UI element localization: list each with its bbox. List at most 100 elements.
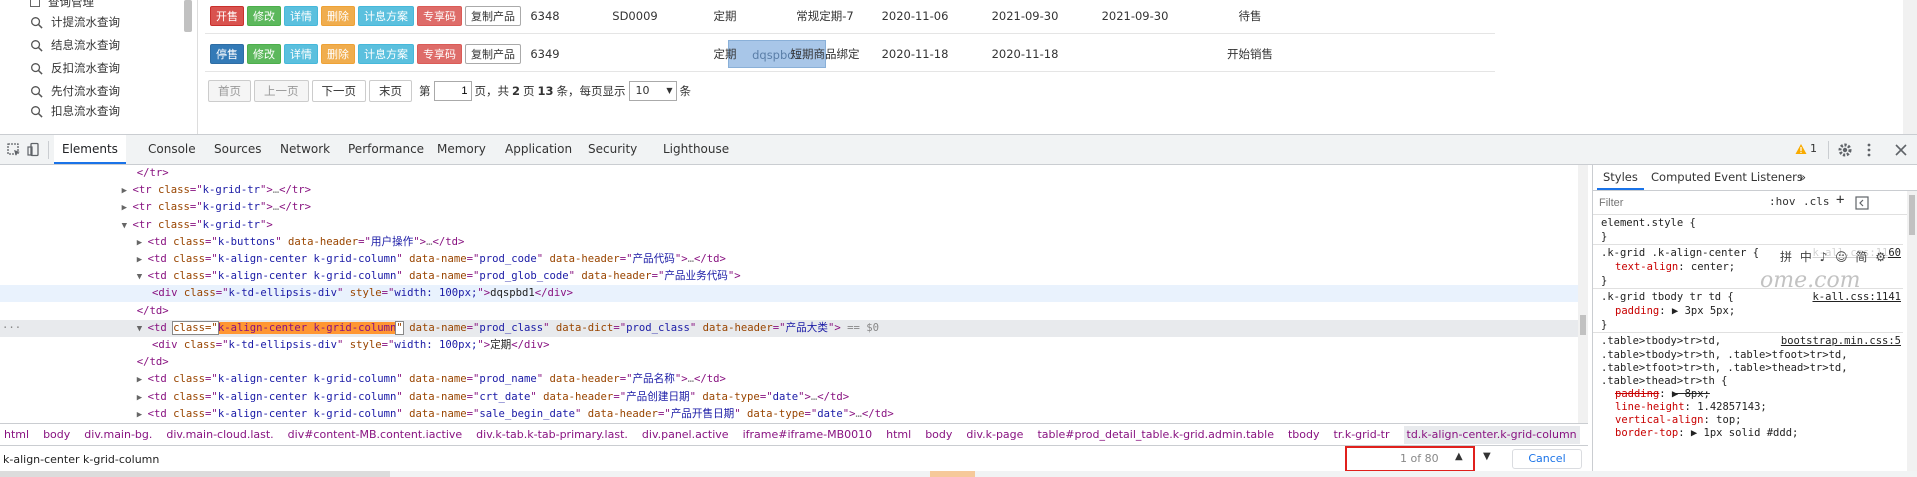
scrollbar-thumb[interactable] bbox=[1909, 195, 1915, 235]
expand-triangle-icon[interactable]: ▶ bbox=[122, 203, 133, 213]
dom-node[interactable]: </td> bbox=[0, 303, 1578, 320]
collapse-triangle-icon[interactable]: ▼ bbox=[137, 324, 148, 334]
css-declaration[interactable]: text-align: center; bbox=[1615, 261, 1735, 273]
breadcrumb-item[interactable]: div.k-page bbox=[966, 428, 1023, 441]
inspect-element-icon[interactable] bbox=[6, 142, 22, 158]
tab-elements[interactable]: Elements bbox=[54, 135, 126, 164]
css-selector[interactable]: element.style { bbox=[1601, 217, 1696, 229]
class-toggle[interactable]: .cls bbox=[1803, 195, 1830, 208]
breadcrumb-item[interactable]: div.k-tab.k-tab-primary.last. bbox=[476, 428, 628, 441]
delete-button[interactable]: 删除 bbox=[321, 6, 355, 26]
dom-node[interactable]: ▶ <td class="k-buttons" data-header="用户操… bbox=[0, 234, 1578, 251]
edit-button[interactable]: 修改 bbox=[247, 6, 281, 26]
css-declaration[interactable]: border-top: ▶ 1px solid #ddd; bbox=[1615, 427, 1798, 439]
breadcrumb-item[interactable]: html bbox=[4, 428, 29, 441]
last-page-button[interactable]: 末页 bbox=[369, 80, 412, 102]
breadcrumb-item[interactable]: tr.k-grid-tr bbox=[1334, 428, 1390, 441]
details-button[interactable]: 详情 bbox=[284, 44, 318, 64]
expand-triangle-icon[interactable]: ▶ bbox=[137, 393, 148, 403]
search-next-button[interactable]: ▼ bbox=[1483, 451, 1491, 462]
dom-node[interactable]: <div class="k-td-ellipsis-div" style="wi… bbox=[0, 337, 1578, 354]
sidebar-item-query-management[interactable]: 查询管理 bbox=[30, 0, 94, 12]
dom-node[interactable]: <div class="k-td-ellipsis-div" style="wi… bbox=[0, 285, 1578, 303]
gear-icon[interactable] bbox=[1837, 142, 1853, 158]
interest-plan-button[interactable]: 计息方案 bbox=[358, 6, 414, 26]
css-selector[interactable]: .table>tfoot>tr>th, .table>thead>tr>td, bbox=[1601, 362, 1848, 374]
sidebar-item-interest-settlement-query[interactable]: 结息流水查询 bbox=[30, 35, 120, 55]
breadcrumb-item[interactable]: table#prod_detail_table.k-grid.admin.tab… bbox=[1037, 428, 1274, 441]
styles-scrollbar[interactable] bbox=[1907, 191, 1917, 471]
tab-network[interactable]: Network bbox=[272, 135, 338, 164]
breadcrumb-item[interactable]: td.k-align-center.k-grid-column bbox=[1403, 426, 1580, 444]
dom-node-selected[interactable]: ··· ▼ <td class="k-align-center k-grid-co… bbox=[0, 319, 1578, 337]
css-selector[interactable]: .k-grid tbody tr td { bbox=[1601, 291, 1734, 303]
elements-scrollbar[interactable] bbox=[1578, 165, 1588, 423]
node-actions-ellipsis[interactable]: ··· bbox=[2, 320, 21, 337]
sidebar-item-accrual-query[interactable]: 计提流水查询 bbox=[30, 12, 120, 32]
dom-node[interactable]: ▼ <td class="k-align-center k-grid-colum… bbox=[0, 268, 1578, 285]
expand-triangle-icon[interactable]: ▶ bbox=[137, 375, 148, 385]
breadcrumb-item[interactable]: div.main-bg. bbox=[84, 428, 152, 441]
start-sale-button[interactable]: 开售 bbox=[210, 6, 244, 26]
css-source-link[interactable]: bootstrap.min.css:5 bbox=[1781, 335, 1901, 347]
tab-application[interactable]: Application bbox=[497, 135, 580, 164]
breadcrumb-item[interactable]: div#content-MB.content.iactive bbox=[288, 428, 463, 441]
breadcrumb-item[interactable]: div.main-cloud.last. bbox=[166, 428, 273, 441]
dom-node[interactable]: ▼ <tr class="k-grid-tr"> bbox=[0, 217, 1578, 234]
breadcrumb-item[interactable]: iframe#iframe-MB0010 bbox=[743, 428, 873, 441]
dom-node[interactable]: ▶ <td class="k-align-center k-grid-colum… bbox=[0, 406, 1578, 423]
tab-sources[interactable]: Sources bbox=[206, 135, 269, 164]
page-number-input[interactable] bbox=[433, 81, 472, 101]
collapse-triangle-icon[interactable]: ▼ bbox=[122, 221, 133, 231]
delete-button[interactable]: 删除 bbox=[321, 44, 355, 64]
dom-node[interactable]: </tr> bbox=[0, 165, 1578, 182]
ime-toolbar[interactable]: 拼 中 ♪ ☺ 简 ⚙ bbox=[1780, 248, 1888, 265]
scrollbar-thumb[interactable] bbox=[1580, 315, 1586, 335]
css-selector[interactable]: .table>tbody>tr>th, .table>tfoot>tr>td, bbox=[1601, 349, 1848, 361]
new-style-rule-button[interactable]: + bbox=[1836, 192, 1844, 208]
css-declaration[interactable]: line-height: 1.42857143; bbox=[1615, 401, 1767, 413]
warnings-indicator[interactable]: 1 bbox=[1795, 142, 1817, 155]
dom-node[interactable]: ▶ <tr class="k-grid-tr">…</tr> bbox=[0, 182, 1578, 199]
css-declaration[interactable]: padding: ▶ 8px; bbox=[1615, 388, 1710, 400]
cancel-button[interactable]: Cancel bbox=[1512, 449, 1582, 469]
sidebar-item-prepay-query[interactable]: 先付流水查询 bbox=[30, 81, 120, 101]
tab-lighthouse[interactable]: Lighthouse bbox=[655, 135, 737, 164]
sidebar-item-reverse-deduction-query[interactable]: 反扣流水查询 bbox=[30, 58, 120, 78]
expand-triangle-icon[interactable]: ▶ bbox=[137, 410, 148, 420]
expand-triangle-icon[interactable]: ▶ bbox=[122, 186, 133, 196]
css-selector[interactable]: .table>tbody>tr>td, bbox=[1601, 335, 1721, 347]
dom-node[interactable]: ▶ <td class="k-align-center k-grid-colum… bbox=[0, 371, 1578, 388]
css-selector[interactable]: .k-grid .k-align-center { bbox=[1601, 247, 1759, 259]
css-declaration[interactable]: padding: ▶ 3px 5px; bbox=[1615, 305, 1735, 317]
exclusive-code-button[interactable]: 专享码 bbox=[417, 6, 462, 26]
css-selector[interactable]: .table>thead>tr>th { bbox=[1601, 375, 1727, 387]
tab-security[interactable]: Security bbox=[580, 135, 645, 164]
hover-state-toggle[interactable]: :hov bbox=[1769, 195, 1796, 208]
more-options-icon[interactable] bbox=[1861, 142, 1877, 158]
collapse-triangle-icon[interactable]: ▼ bbox=[137, 272, 148, 282]
breadcrumb-item[interactable]: body bbox=[925, 428, 952, 441]
elements-tree[interactable]: </tr> ▶ <tr class="k-grid-tr">…</tr> ▶ <tr… bbox=[0, 165, 1588, 423]
exclusive-code-button[interactable]: 专享码 bbox=[417, 44, 462, 64]
interest-plan-button[interactable]: 计息方案 bbox=[358, 44, 414, 64]
expand-triangle-icon[interactable]: ▶ bbox=[137, 255, 148, 265]
tab-performance[interactable]: Performance bbox=[340, 135, 432, 164]
next-page-button[interactable]: 下一页 bbox=[311, 80, 366, 102]
more-tabs-button[interactable]: » bbox=[1793, 165, 1812, 190]
search-input[interactable] bbox=[3, 450, 1303, 468]
dom-node[interactable]: ▶ <td class="k-align-center k-grid-colum… bbox=[0, 251, 1578, 268]
sidebar-scrollbar[interactable] bbox=[184, 0, 192, 32]
tab-console[interactable]: Console bbox=[140, 135, 204, 164]
computed-sidebar-toggle-icon[interactable] bbox=[1855, 196, 1869, 210]
breadcrumb-item[interactable]: tbody bbox=[1288, 428, 1320, 441]
breadcrumb-item[interactable]: html bbox=[886, 428, 911, 441]
search-prev-button[interactable]: ▲ bbox=[1455, 451, 1463, 462]
edit-button[interactable]: 修改 bbox=[247, 44, 281, 64]
breadcrumb-item[interactable]: div.panel.active bbox=[642, 428, 729, 441]
tab-styles[interactable]: Styles bbox=[1597, 165, 1644, 190]
dom-node[interactable]: ▶ <td class="k-align-center k-grid-colum… bbox=[0, 389, 1578, 406]
details-button[interactable]: 详情 bbox=[284, 6, 318, 26]
first-page-button[interactable]: 首页 bbox=[208, 80, 251, 102]
page-scrollbar[interactable] bbox=[1903, 0, 1917, 134]
